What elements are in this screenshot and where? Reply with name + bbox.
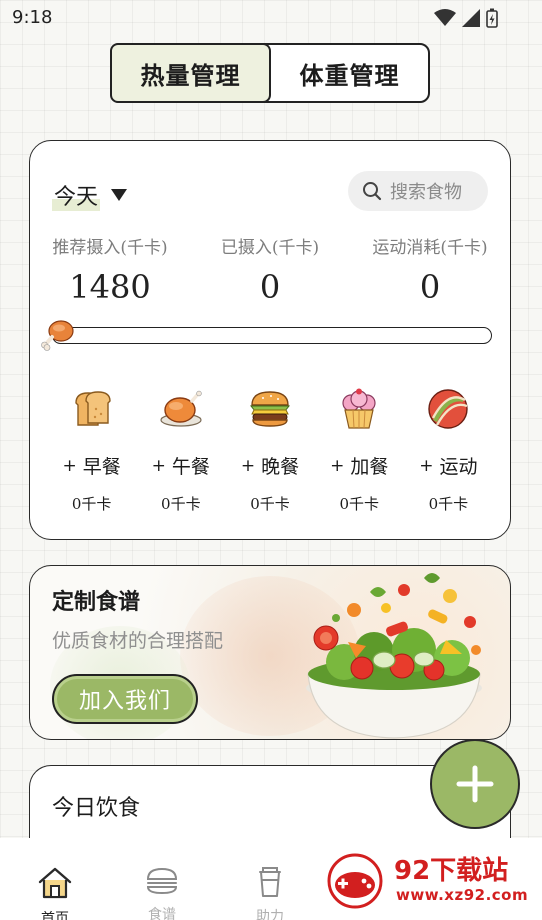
burger-icon [247, 386, 293, 432]
add-fab-button[interactable] [430, 739, 520, 829]
plus-icon: + [151, 455, 166, 476]
watermark-text: 92下载站 [394, 856, 509, 886]
meal-kcal: 0千卡 [428, 495, 469, 513]
meal-dinner[interactable]: + 晚餐 0千卡 [225, 386, 314, 514]
meal-label: 加餐 [350, 456, 389, 478]
meal-snack[interactable]: + 加餐 0千卡 [315, 386, 404, 514]
meal-kcal: 0千卡 [250, 495, 290, 513]
meal-exercise[interactable]: + 运动 0千卡 [404, 386, 493, 514]
stat-value: 1480 [69, 268, 151, 306]
status-time: 9:18 [12, 7, 53, 28]
stat-value: 0 [419, 268, 441, 306]
tab-calorie-management[interactable]: 热量管理 [110, 43, 271, 103]
home-icon [38, 867, 72, 899]
meal-kcal: 0千卡 [161, 495, 201, 513]
add-dinner[interactable]: + 晚餐 [241, 452, 299, 479]
nav-label: 助力 [256, 909, 284, 920]
plus-icon: + [240, 455, 256, 476]
nav-assist[interactable]: 助力 [240, 866, 300, 920]
search-icon [363, 182, 382, 201]
burger-outline-icon [146, 867, 178, 895]
add-lunch[interactable]: + 午餐 [152, 452, 210, 479]
cupcake-icon [336, 386, 382, 432]
status-icons [434, 8, 498, 28]
stat-value: 0 [259, 268, 281, 306]
ball-icon [425, 386, 471, 432]
nav-recipes[interactable]: 食谱 [132, 866, 192, 920]
food-search[interactable]: 搜索食物 [348, 171, 488, 211]
today-diet-title: 今日饮食 [52, 796, 141, 821]
tab-weight-management[interactable]: 体重管理 [271, 45, 428, 101]
search-placeholder: 搜索食物 [390, 182, 462, 203]
plus-icon [456, 765, 494, 803]
signal-icon [462, 9, 480, 27]
nav-home[interactable]: 首页 [25, 866, 85, 920]
stat-recommended: 推荐摄入(千卡) 1480 [30, 233, 190, 306]
nav-label: 首页 [41, 911, 69, 920]
custom-recipe-banner[interactable]: 定制食谱 优质食材的合理搭配 加入我们 [29, 565, 511, 740]
add-exercise[interactable]: + 运动 [419, 452, 477, 479]
meal-kcal: 0千卡 [339, 495, 379, 513]
battery-icon [486, 8, 498, 28]
status-bar: 9:18 [0, 0, 542, 36]
banner-title: 定制食谱 [52, 589, 141, 615]
drumstick-icon [41, 320, 74, 351]
wifi-icon [434, 9, 456, 26]
triangle-down-icon [111, 189, 128, 201]
nav-label: 食谱 [148, 907, 176, 920]
top-tabs: 热量管理 体重管理 [110, 43, 430, 103]
plus-icon: + [62, 455, 77, 476]
stat-label: 运动消耗(千卡) [372, 238, 488, 258]
watermark-logo-icon [327, 853, 383, 909]
meal-label: 午餐 [171, 456, 210, 478]
add-breakfast[interactable]: + 早餐 [62, 452, 120, 479]
watermark: 92下载站 www.xz92.com [322, 842, 542, 920]
cup-icon [259, 867, 281, 897]
plus-icon: + [419, 455, 434, 476]
join-us-button[interactable]: 加入我们 [52, 674, 198, 724]
watermark-url: www.xz92.com [396, 886, 529, 904]
bread-icon [69, 386, 115, 432]
roast-chicken-icon [158, 386, 204, 432]
meal-list: + 早餐 0千卡 + 午餐 0千卡 + 晚餐 0千卡 + 加餐 0千卡 + 运动… [30, 386, 510, 514]
stat-burned: 运动消耗(千卡) 0 [350, 233, 510, 306]
calorie-progress-bar [52, 327, 492, 344]
plus-icon: + [330, 455, 345, 476]
calorie-summary-card: 今天 搜索食物 推荐摄入(千卡) 1480 已摄入(千卡) 0 运动消耗(千卡)… [29, 140, 511, 540]
calorie-stats: 推荐摄入(千卡) 1480 已摄入(千卡) 0 运动消耗(千卡) 0 [30, 233, 510, 306]
meal-label: 运动 [439, 456, 478, 478]
day-label: 今天 [52, 179, 101, 211]
meal-label: 早餐 [82, 456, 121, 478]
day-selector[interactable]: 今天 [52, 179, 128, 211]
salad-bowl-icon [306, 573, 482, 739]
stat-consumed: 已摄入(千卡) 0 [190, 233, 350, 306]
add-snack[interactable]: + 加餐 [330, 452, 388, 479]
stat-label: 推荐摄入(千卡) [52, 238, 168, 258]
stat-label: 已摄入(千卡) [220, 238, 320, 258]
meal-label: 晚餐 [261, 456, 300, 478]
meal-kcal: 0千卡 [71, 495, 112, 513]
banner-subtitle: 优质食材的合理搭配 [52, 630, 224, 652]
meal-lunch[interactable]: + 午餐 0千卡 [136, 386, 225, 514]
meal-breakfast[interactable]: + 早餐 0千卡 [47, 386, 136, 514]
